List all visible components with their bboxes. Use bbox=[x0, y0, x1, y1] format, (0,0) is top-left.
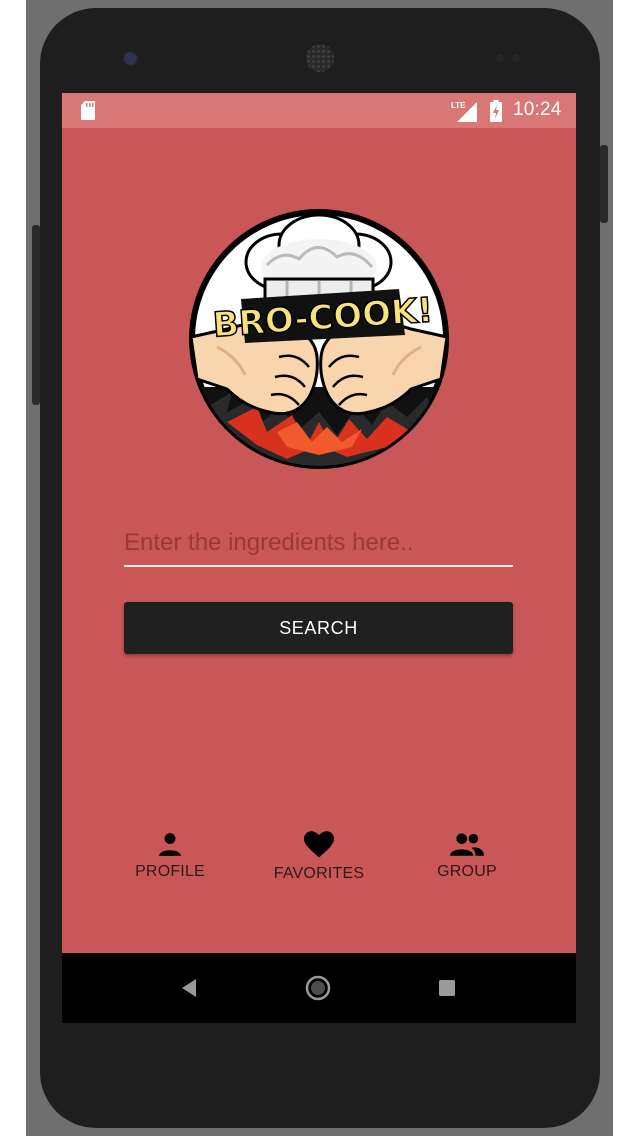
power-button bbox=[600, 145, 608, 223]
nav-item-favorites[interactable]: FAVORITES bbox=[259, 831, 379, 891]
nav-label-favorites: FAVORITES bbox=[273, 865, 365, 882]
lte-label: LTE bbox=[451, 101, 466, 110]
heart-icon bbox=[304, 831, 334, 858]
light-sensor bbox=[512, 54, 520, 62]
nav-label-profile: PROFILE bbox=[135, 863, 205, 880]
earpiece-speaker bbox=[306, 44, 334, 72]
signal-icon: LTE bbox=[451, 101, 477, 122]
recents-icon[interactable] bbox=[432, 973, 462, 1003]
system-navigation-bar bbox=[62, 953, 576, 1023]
ingredients-input[interactable] bbox=[124, 521, 513, 565]
bro-cook-logo: BRO-COOK! bbox=[189, 209, 449, 469]
ingredients-field bbox=[124, 521, 513, 567]
app-screen: LTE 10:24 BRO-COOK! Enter the ingredient… bbox=[62, 93, 576, 1023]
nav-label-group: GROUP bbox=[437, 863, 497, 880]
volume-button bbox=[32, 225, 40, 405]
status-bar: LTE 10:24 bbox=[62, 93, 576, 128]
group-icon bbox=[450, 833, 484, 856]
nav-item-profile[interactable]: PROFILE bbox=[110, 831, 230, 891]
status-time: 10:24 bbox=[513, 99, 562, 120]
sd-card-icon bbox=[81, 101, 95, 120]
front-camera bbox=[124, 52, 137, 65]
search-button[interactable]: SEARCH bbox=[124, 602, 513, 654]
proximity-sensor bbox=[496, 54, 504, 62]
battery-charging-icon bbox=[490, 100, 502, 122]
back-icon[interactable] bbox=[175, 973, 205, 1003]
home-icon[interactable] bbox=[303, 973, 333, 1003]
nav-item-group[interactable]: GROUP bbox=[407, 831, 527, 891]
person-icon bbox=[159, 833, 181, 856]
